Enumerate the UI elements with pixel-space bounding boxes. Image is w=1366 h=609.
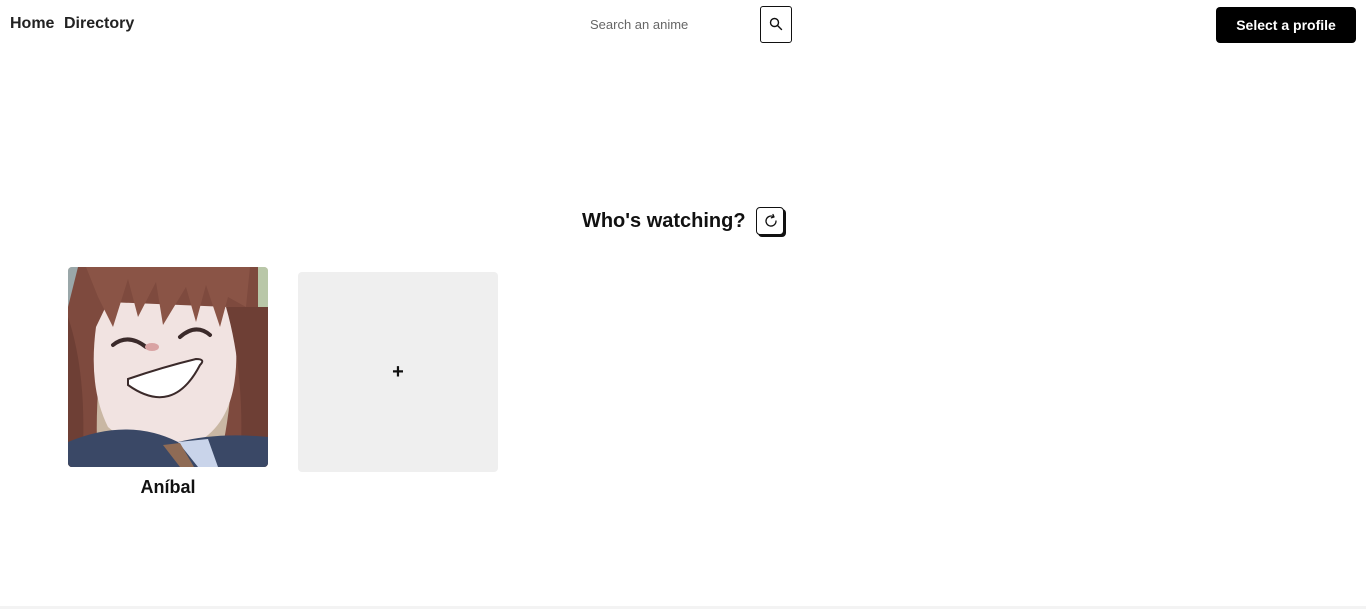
refresh-profiles-button[interactable]	[756, 207, 785, 235]
refresh-icon	[765, 213, 777, 227]
nav-directory-link[interactable]: Directory	[64, 15, 134, 33]
profile-name: Aníbal	[140, 477, 196, 497]
heading-row: Who's watching?	[0, 207, 1366, 239]
navbar: Home Directory Select a profile	[0, 0, 1366, 50]
select-profile-button[interactable]: Select a profile	[1216, 7, 1356, 43]
profile-card[interactable]: Aníbal	[68, 267, 268, 498]
nav-home-link[interactable]: Home	[10, 15, 54, 33]
add-profile-button[interactable]: +	[298, 272, 498, 472]
search-button[interactable]	[760, 6, 792, 43]
profile-avatar	[68, 267, 268, 467]
search-icon	[769, 17, 783, 31]
search-input[interactable]	[580, 8, 752, 40]
plus-icon: +	[392, 361, 404, 383]
page-title: Who's watching?	[581, 209, 746, 232]
